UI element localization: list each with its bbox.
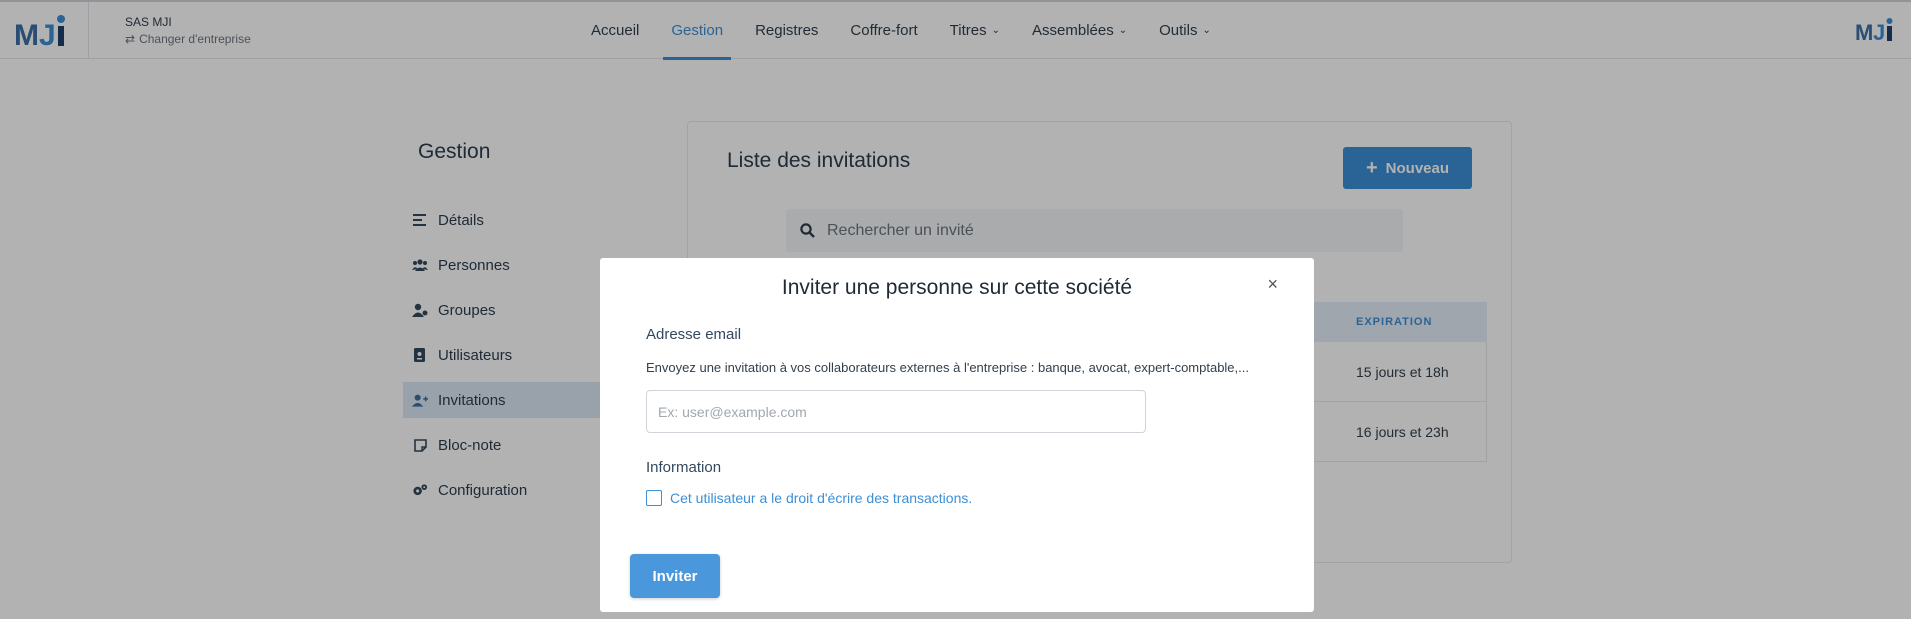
write-transactions-checkbox[interactable]: [646, 490, 662, 506]
invite-modal: Inviter une personne sur cette société ×…: [600, 258, 1314, 612]
invite-button[interactable]: Inviter: [630, 554, 720, 598]
email-field[interactable]: [646, 390, 1146, 433]
close-icon[interactable]: ×: [1267, 274, 1278, 295]
write-transactions-option[interactable]: Cet utilisateur a le droit d'écrire des …: [646, 490, 972, 506]
modal-title: Inviter une personne sur cette société: [781, 276, 1133, 299]
information-label: Information: [646, 459, 722, 476]
email-help-text: Envoyez une invitation à vos collaborate…: [646, 360, 1249, 375]
checkbox-label: Cet utilisateur a le droit d'écrire des …: [670, 490, 973, 506]
email-label: Adresse email: [646, 326, 742, 343]
